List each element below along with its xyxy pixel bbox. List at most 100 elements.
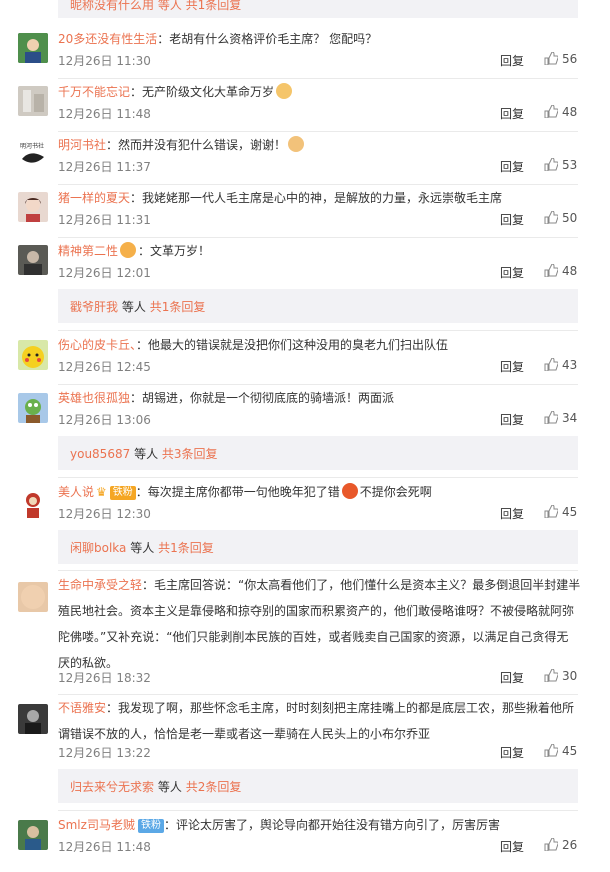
sub-reply-user[interactable]: 戳爷肝我: [70, 300, 118, 314]
avatar[interactable]: [18, 582, 48, 612]
comment: Smlz司马老贼 铁粉 ：评论太厉害了，舆论导向都开始往没有错方向引了，厉害厉害: [58, 812, 588, 838]
comment-meta: 12月26日 11:37 回复 53: [58, 157, 578, 176]
avatar[interactable]: [18, 245, 48, 275]
angry-emoji-icon: [341, 483, 358, 499]
sub-reply-count[interactable]: 共1条回复: [158, 541, 214, 555]
sub-reply-text[interactable]: 昵称没有什么用 等人 共1条回复: [70, 0, 241, 13]
like-button[interactable]: 43: [544, 357, 578, 372]
avatar[interactable]: [18, 33, 48, 63]
sub-reply-bar[interactable]: 闲聊bolka 等人 共1条回复: [58, 530, 578, 564]
sub-reply-bar[interactable]: 归去来兮无求索 等人 共2条回复: [58, 769, 578, 803]
username[interactable]: 猪一样的夏天: [58, 191, 130, 205]
comment: 精神第二性 ：文革万岁！: [58, 238, 588, 264]
like-button[interactable]: 45: [544, 504, 577, 519]
like-count: 43: [562, 358, 578, 372]
username[interactable]: 20多还没有性生活: [58, 32, 157, 46]
fan-badge[interactable]: 铁粉: [137, 819, 164, 833]
comment: 明河书社：然而并没有犯什么错误，谢谢！: [58, 132, 588, 158]
sub-reply-bar[interactable]: you85687 等人 共3条回复: [58, 436, 578, 470]
username[interactable]: 生命中承受之轻: [58, 578, 142, 592]
comment: 千万不能忘记：无产阶级文化大革命万岁: [58, 79, 588, 105]
divider: [58, 477, 578, 478]
fan-badge[interactable]: 铁粉: [109, 486, 136, 500]
username[interactable]: 不语雅安: [58, 701, 106, 715]
avatar[interactable]: [18, 86, 48, 116]
username[interactable]: 美人说: [58, 485, 94, 499]
username[interactable]: 英雄也很孤独: [58, 391, 130, 405]
reply-button[interactable]: 回复: [500, 744, 524, 761]
comment-text-line-2: 殖民地社会。资本主义是靠侵略和掠夺别的国家而积累资产的，他们敢侵略谁呀？不被侵略…: [58, 604, 575, 618]
username[interactable]: 伤心的皮卡丘、: [58, 338, 136, 352]
comment: 不语雅安：我发现了啊，那些怀念毛主席，时时刻刻把主席挂嘴上的都是底层工农，那些揪…: [58, 695, 588, 747]
reply-button[interactable]: 回复: [500, 211, 524, 228]
member-emoji-icon: [120, 242, 137, 258]
like-button[interactable]: 26: [544, 837, 577, 852]
sub-reply-count[interactable]: 共3条回复: [162, 447, 218, 461]
timestamp: 12月26日 13:22: [58, 746, 151, 760]
avatar[interactable]: 明河书社: [18, 139, 48, 169]
comment-meta: 12月26日 12:45 回复 43: [58, 357, 578, 376]
timestamp: 12月26日 11:37: [58, 160, 151, 174]
sub-reply-count[interactable]: 共1条回复: [150, 300, 206, 314]
avatar[interactable]: [18, 488, 48, 518]
crown-icon: ♛: [96, 485, 107, 499]
timestamp: 12月26日 11:48: [58, 840, 151, 854]
sub-reply-bar[interactable]: 昵称没有什么用 等人 共1条回复: [58, 0, 578, 18]
sub-reply-user[interactable]: 归去来兮无求索: [70, 780, 154, 794]
avatar[interactable]: [18, 820, 48, 850]
comment-text-line-4: 厌的私欲。: [58, 656, 119, 670]
username[interactable]: 精神第二性: [58, 244, 118, 258]
comment-text-line-2: 谓错误不放的人，恰恰是老一辈或者这一辈骑在人民头上的小布尔乔亚: [58, 727, 431, 741]
username[interactable]: Smlz司马老贼: [58, 818, 135, 832]
timestamp: 12月26日 11:31: [58, 213, 151, 227]
comment-meta: 12月26日 11:48 回复 48: [58, 104, 578, 123]
like-button[interactable]: 30: [544, 668, 578, 683]
timestamp: 12月26日 12:45: [58, 360, 151, 374]
reply-button[interactable]: 回复: [500, 264, 524, 281]
sub-reply-bar[interactable]: 戳爷肝我 等人 共1条回复: [58, 289, 578, 323]
reply-button[interactable]: 回复: [500, 358, 524, 375]
thumbs-up-icon: [544, 410, 559, 425]
comment-meta: 12月26日 13:06 回复 34: [58, 410, 578, 429]
reply-button[interactable]: 回复: [500, 505, 524, 522]
thumbs-up-icon: [544, 104, 559, 119]
avatar[interactable]: [18, 704, 48, 734]
sub-reply-user[interactable]: 闲聊bolka: [70, 541, 126, 555]
like-count: 30: [562, 669, 578, 683]
comment-meta: 12月26日 11:31 回复 50: [58, 210, 578, 229]
reply-button[interactable]: 回复: [500, 158, 524, 175]
username[interactable]: 明河书社: [58, 138, 106, 152]
avatar[interactable]: [18, 393, 48, 423]
like-button[interactable]: 48: [544, 263, 577, 278]
like-button[interactable]: 48: [544, 104, 577, 119]
avatar[interactable]: [18, 340, 48, 370]
like-button[interactable]: 53: [544, 157, 577, 172]
like-button[interactable]: 56: [544, 51, 577, 66]
comment-meta: 12月26日 12:30 回复 45: [58, 504, 578, 523]
thumbs-up-icon: [544, 743, 559, 758]
like-count: 34: [562, 411, 578, 425]
username[interactable]: 千万不能忘记: [58, 85, 130, 99]
sub-reply-count[interactable]: 共2条回复: [186, 780, 242, 794]
pray-emoji-icon: [288, 136, 305, 152]
like-button[interactable]: 34: [544, 410, 578, 425]
sub-reply-user[interactable]: you85687: [70, 447, 130, 461]
like-button[interactable]: 50: [544, 210, 578, 225]
comment-text-line-3: 陀佛喽。”又补充说：“他们只能剥削本民族的百姓，或者贱卖自己国家的资源，以满足自…: [58, 630, 569, 644]
reply-button[interactable]: 回复: [500, 411, 524, 428]
like-button[interactable]: 45: [544, 743, 577, 758]
reply-button[interactable]: 回复: [500, 105, 524, 122]
comment-text-line-1: ：毛主席回答说：“你太高看他们了，他们懂什么是资本主义？最多倒退回半封建半: [142, 578, 581, 592]
reply-button[interactable]: 回复: [500, 52, 524, 69]
sub-reply-wait: 等人: [134, 447, 159, 461]
divider: [58, 570, 578, 571]
reply-button[interactable]: 回复: [500, 669, 524, 686]
like-count: 50: [562, 211, 578, 225]
comment-text: ：老胡有什么资格评价毛主席？ 您配吗？: [157, 32, 378, 46]
comment-text: ：评论太厉害了，舆论导向都开始往没有错方向引了，厉害厉害: [163, 818, 500, 832]
comment: 英雄也很孤独：胡锡进，你就是一个彻彻底底的骑墙派！两面派: [58, 385, 588, 411]
comment: 美人说 ♛ 铁粉 ：每次提主席你都带一句他晚年犯了错 不提你会死啊: [58, 479, 588, 505]
reply-button[interactable]: 回复: [500, 838, 524, 855]
timestamp: 12月26日 11:30: [58, 54, 151, 68]
avatar[interactable]: [18, 192, 48, 222]
